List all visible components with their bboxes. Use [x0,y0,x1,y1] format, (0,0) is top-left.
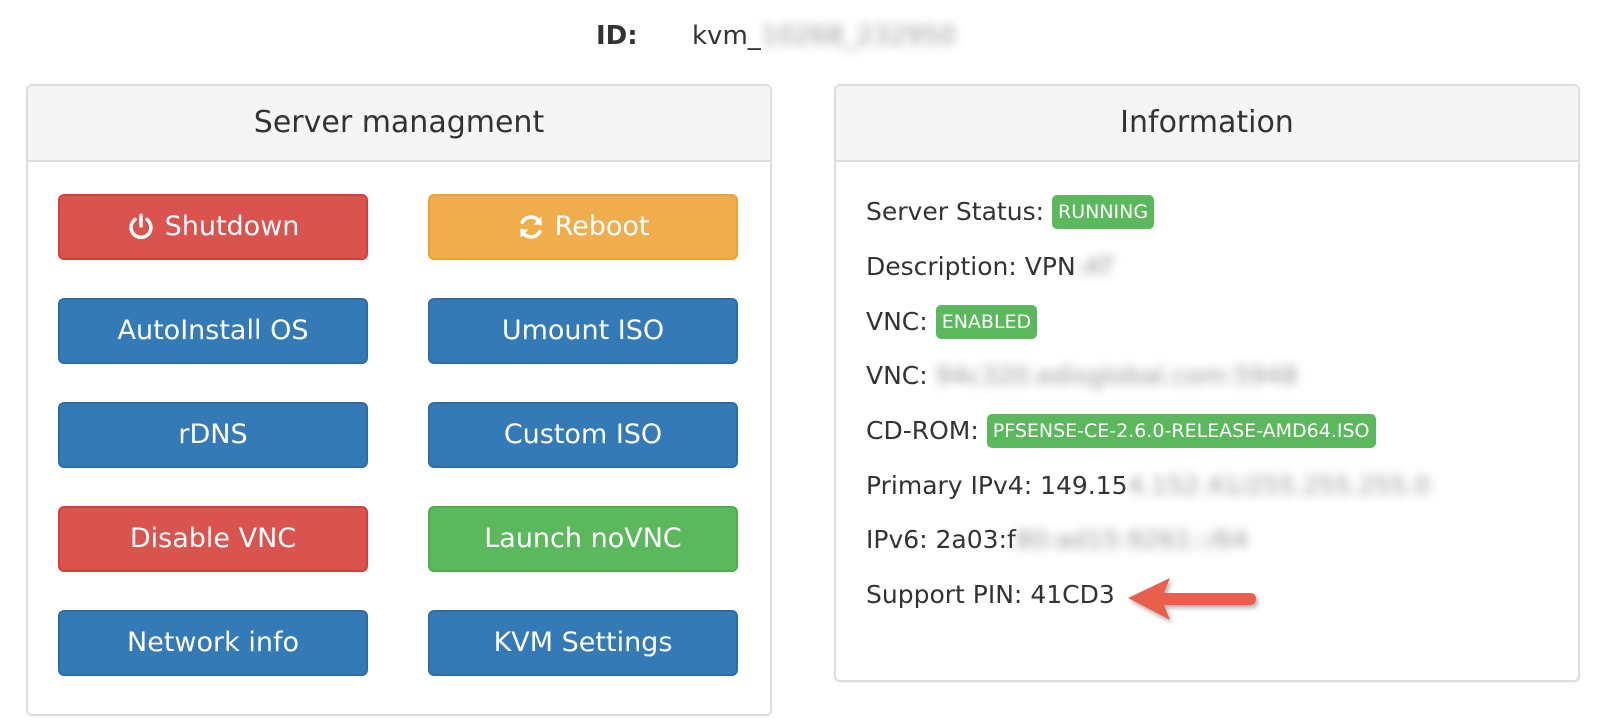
description-row: Description: VPN -AT [866,247,1115,287]
information-panel: Information Server Status: RUNNING Descr… [834,84,1580,682]
server-id-row: ID: kvm_10268_232950 [0,16,1604,56]
annotation-arrow-icon [1128,578,1256,620]
network-info-button[interactable]: Network info [58,610,368,676]
ipv6-row: IPv6: 2a03:f 80:ad15:9261::/64 [866,520,1248,560]
rdns-button[interactable]: rDNS [58,402,368,468]
server-id-value: kvm_10268_232950 [692,21,956,51]
support-pin-label: Support PIN: [866,580,1023,609]
server-status-label: Server Status: [866,197,1045,226]
server-status-row: Server Status: RUNNING [866,192,1155,232]
server-status-badge: RUNNING [1052,195,1155,229]
autoinstall-os-button[interactable]: AutoInstall OS [58,298,368,364]
cdrom-row: CD-ROM: PFSENSE-CE-2.6.0-RELEASE-AMD64.I… [866,411,1376,451]
primary-ipv4-row: Primary IPv4: 149.15 4.152.41/255.255.25… [866,466,1430,506]
disable-vnc-button[interactable]: Disable VNC [58,506,368,572]
vnc-address-label: VNC: [866,361,928,390]
shutdown-label: Shutdown [164,211,300,242]
information-title: Information [836,86,1578,162]
reboot-label: Reboot [554,211,650,242]
vnc-status-badge: ENABLED [935,305,1038,339]
reboot-button[interactable]: Reboot [428,194,738,260]
refresh-icon [519,215,542,239]
kvm-settings-button[interactable]: KVM Settings [428,610,738,676]
server-management-panel: Server managment Shutdown Reboot AutoIns… [26,84,772,716]
server-id-redacted: 10268_232950 [760,21,956,51]
umount-iso-button[interactable]: Umount ISO [428,298,738,364]
ipv6-label: IPv6: [866,525,928,554]
support-pin-value: 41CD3 [1030,580,1115,609]
custom-iso-button[interactable]: Custom ISO [428,402,738,468]
power-icon [128,213,153,240]
primary-ipv4-redacted: 4.152.41/255.255.255.0 [1127,471,1431,500]
shutdown-button[interactable]: Shutdown [58,194,368,260]
description-value: VPN [1024,252,1076,281]
vnc-address-redacted: 94c320.edisglobal.com:5948 [935,361,1298,390]
launch-novnc-button[interactable]: Launch noVNC [428,506,738,572]
server-id-label: ID: [596,21,638,51]
cdrom-badge: PFSENSE-CE-2.6.0-RELEASE-AMD64.ISO [986,414,1376,448]
primary-ipv4-value: 149.15 [1040,471,1128,500]
ipv6-value: 2a03:f [935,525,1016,554]
vnc-status-label: VNC: [866,307,928,336]
ipv6-redacted: 80:ad15:9261::/64 [1015,525,1249,554]
vnc-status-row: VNC: ENABLED [866,302,1038,342]
vnc-address-row: VNC: 94c320.edisglobal.com:5948 [866,356,1298,396]
primary-ipv4-label: Primary IPv4: [866,471,1033,500]
description-redacted: -AT [1075,252,1115,281]
cdrom-label: CD-ROM: [866,416,979,445]
description-label: Description: [866,252,1017,281]
support-pin-row: Support PIN: 41CD3 [866,575,1115,615]
server-management-title: Server managment [28,86,770,162]
